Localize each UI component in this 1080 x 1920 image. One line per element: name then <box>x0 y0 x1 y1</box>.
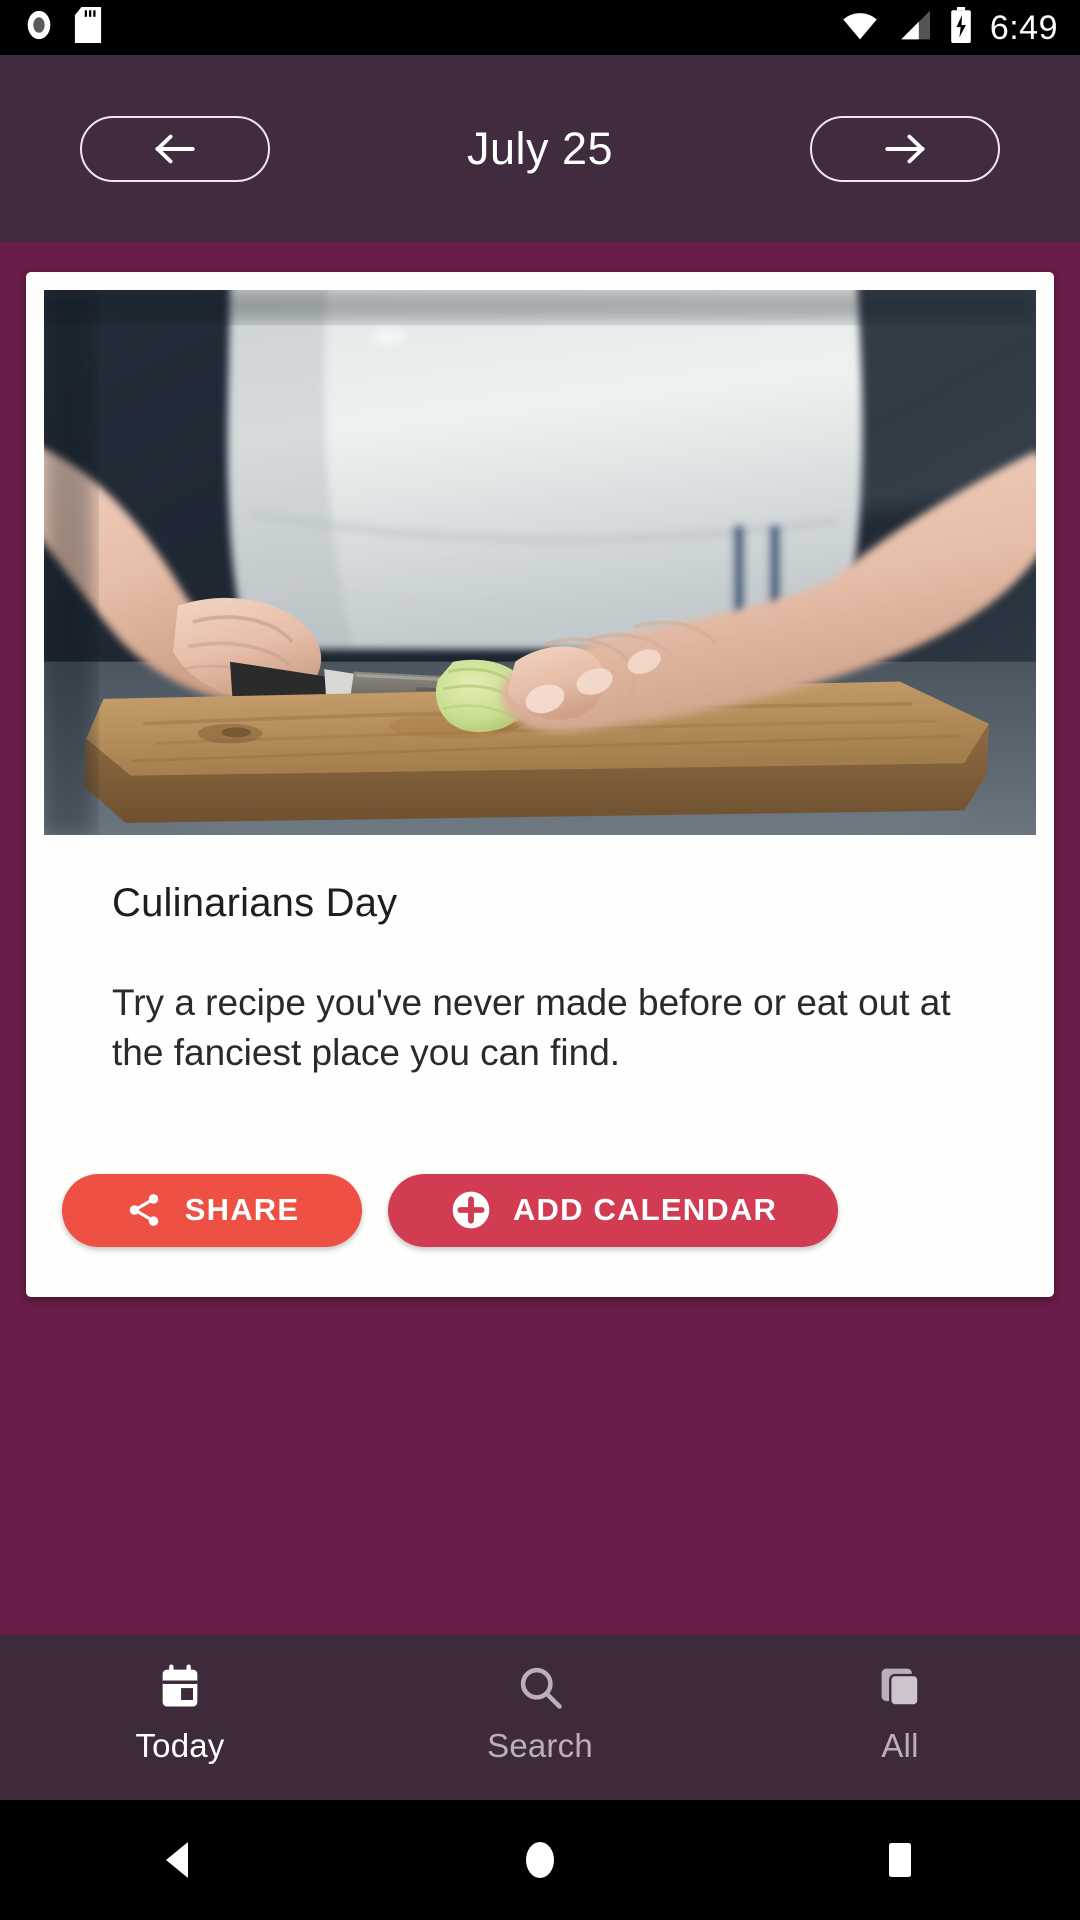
status-bar-left-icons <box>22 7 102 48</box>
add-calendar-button[interactable]: ADD CALENDAR <box>388 1173 838 1247</box>
nav-item-all-label: All <box>881 1727 919 1764</box>
nav-item-today[interactable]: Today <box>2 1661 358 1765</box>
square-recents-icon[interactable] <box>876 1836 924 1884</box>
next-day-button[interactable] <box>810 115 1000 182</box>
nav-item-today-label: Today <box>135 1727 225 1764</box>
holiday-photo <box>44 290 1036 835</box>
card-title: Culinarians Day <box>112 881 398 925</box>
sd-card-icon <box>74 7 102 48</box>
status-bar-right-icons: 6:49 <box>840 7 1058 48</box>
phone-screen: 6:49 July 25 Culinarians Day Try a recip… <box>0 0 1080 1920</box>
circle-home-icon[interactable] <box>516 1836 564 1884</box>
holiday-card[interactable]: Culinarians Day Try a recipe you've neve… <box>26 272 1054 1297</box>
arrow-left-icon <box>152 129 198 169</box>
nav-item-search-label: Search <box>487 1727 593 1764</box>
share-button[interactable]: SHARE <box>62 1173 362 1247</box>
status-bar: 6:49 <box>0 0 1080 55</box>
previous-day-button[interactable] <box>80 115 270 182</box>
calendar-icon <box>154 1661 206 1713</box>
page-title: July 25 <box>466 122 614 174</box>
share-icon <box>125 1191 163 1229</box>
wifi-icon <box>840 9 880 46</box>
bottom-navigation: Today Search All <box>0 1635 1080 1800</box>
layers-icon <box>874 1661 926 1713</box>
camera-icon <box>22 8 56 47</box>
battery-charging-icon <box>948 7 974 48</box>
card-description: Try a recipe you've never made before or… <box>112 982 951 1073</box>
triangle-back-icon[interactable] <box>156 1836 204 1884</box>
system-navigation-bar <box>0 1800 1080 1920</box>
nav-item-all[interactable]: All <box>722 1661 1078 1765</box>
arrow-right-icon <box>882 129 928 169</box>
content-area: Culinarians Day Try a recipe you've neve… <box>0 242 1080 1635</box>
cell-signal-icon <box>896 9 932 46</box>
nav-item-search[interactable]: Search <box>362 1661 718 1765</box>
card-actions: SHARE ADD CALENDAR <box>44 1078 1036 1297</box>
cooking-photo-illustration <box>44 290 1036 835</box>
share-button-label: SHARE <box>184 1192 300 1228</box>
app-header: July 25 <box>0 55 1080 242</box>
add-calendar-button-label: ADD CALENDAR <box>512 1192 778 1228</box>
card-text-block: Culinarians Day Try a recipe you've neve… <box>44 835 1036 1078</box>
plus-circle-icon <box>449 1188 493 1232</box>
status-bar-clock: 6:49 <box>989 8 1058 47</box>
search-icon <box>514 1661 566 1713</box>
